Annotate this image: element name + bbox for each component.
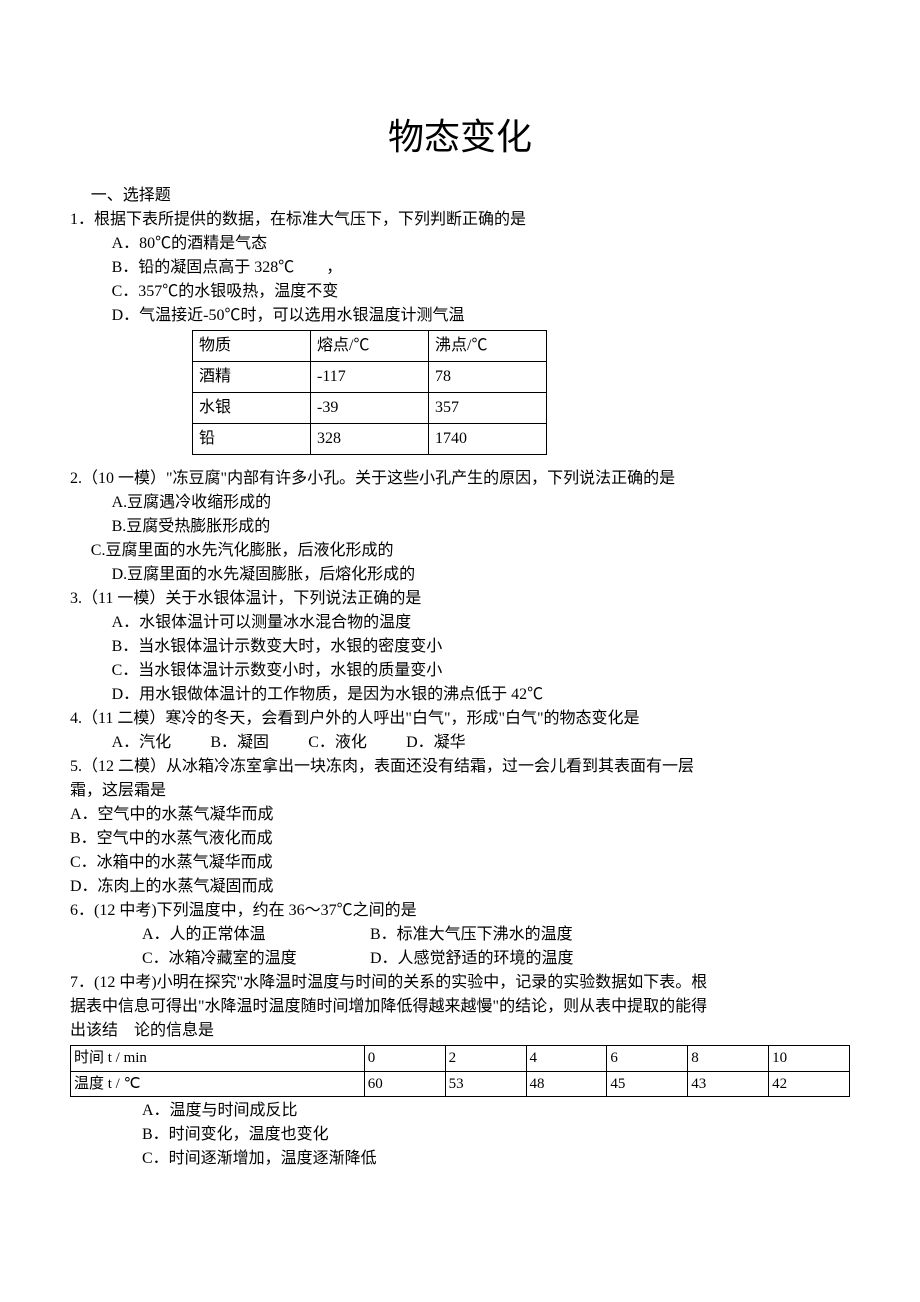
q3-stem: 3.（11 一模）关于水银体温计，下列说法正确的是 (70, 587, 850, 611)
q1-opt-b: B．铅的凝固点高于 328℃ ， (70, 256, 850, 280)
q7-opt-c: C．时间逐渐增加，温度逐渐降低 (70, 1147, 850, 1171)
q7-stem-2: 据表中信息可得出"水降温时温度随时间增加降低得越来越慢"的结论，则从表中提取的能… (70, 995, 850, 1019)
td: 53 (445, 1071, 526, 1097)
td: 10 (769, 1046, 850, 1072)
td: 时间 t / min (71, 1046, 365, 1072)
section-heading: 一、选择题 (70, 184, 850, 208)
table-row: 时间 t / min 0 2 4 6 8 10 (71, 1046, 850, 1072)
q5-stem-1: 5.（12 二模）从冰箱冷冻室拿出一块冻肉，表面还没有结霜，过一会儿看到其表面有… (70, 755, 850, 779)
q3-opt-b: B．当水银体温计示数变大时，水银的密度变小 (70, 635, 850, 659)
q3-opt-c: C．当水银体温计示数变小时，水银的质量变小 (70, 659, 850, 683)
td: 78 (429, 362, 547, 393)
q7-opt-a: A．温度与时间成反比 (70, 1099, 850, 1123)
q6-row2: C．冰箱冷藏室的温度 D．人感觉舒适的环境的温度 (70, 947, 850, 971)
td: 铅 (193, 424, 311, 455)
q5-opt-b: B．空气中的水蒸气液化而成 (70, 827, 850, 851)
q4-stem: 4.（11 二模）寒冷的冬天，会看到户外的人呼出"白气"，形成"白气"的物态变化… (70, 707, 850, 731)
td: 60 (364, 1071, 445, 1097)
td: 45 (607, 1071, 688, 1097)
th: 熔点/℃ (311, 331, 429, 362)
q7-stem-1: 7．(12 中考)小明在探究"水降温时温度与时间的关系的实验中，记录的实验数据如… (70, 971, 850, 995)
q3-opt-a: A．水银体温计可以测量冰水混合物的温度 (70, 611, 850, 635)
q5-opt-a: A．空气中的水蒸气凝华而成 (70, 803, 850, 827)
q6-opt-d: D．人感觉舒适的环境的温度 (370, 947, 574, 971)
q5-stem-2: 霜，这层霜是 (70, 779, 850, 803)
q6-row1: A．人的正常体温 B．标准大气压下沸水的温度 (70, 923, 850, 947)
table-row: 物质 熔点/℃ 沸点/℃ (193, 331, 547, 362)
td: 357 (429, 393, 547, 424)
q4-opt-d: D．凝华 (406, 731, 466, 755)
q6-opt-a: A．人的正常体温 (142, 923, 366, 947)
table-row: 酒精 -117 78 (193, 362, 547, 393)
q1-opt-a: A．80℃的酒精是气态 (70, 232, 850, 256)
q7-opt-b: B．时间变化，温度也变化 (70, 1123, 850, 1147)
q2-stem: 2.（10 一模）"冻豆腐"内部有许多小孔。关于这些小孔产生的原因，下列说法正确… (70, 467, 850, 491)
q1-opt-d: D．气温接近-50℃时，可以选用水银温度计测气温 (70, 304, 850, 328)
q4-opt-c: C．液化 (308, 731, 367, 755)
table-row: 水银 -39 357 (193, 393, 547, 424)
td: 43 (688, 1071, 769, 1097)
q6-opt-c: C．冰箱冷藏室的温度 (142, 947, 366, 971)
q6-opt-b: B．标准大气压下沸水的温度 (370, 923, 573, 947)
td: 1740 (429, 424, 547, 455)
td: 4 (526, 1046, 607, 1072)
th: 沸点/℃ (429, 331, 547, 362)
td: -117 (311, 362, 429, 393)
td: 2 (445, 1046, 526, 1072)
td: 328 (311, 424, 429, 455)
td: 温度 t / ℃ (71, 1071, 365, 1097)
td: 42 (769, 1071, 850, 1097)
q7-table: 时间 t / min 0 2 4 6 8 10 温度 t / ℃ 60 53 4… (70, 1045, 850, 1097)
q1-stem: 1．根据下表所提供的数据，在标准大气压下，下列判断正确的是 (70, 208, 850, 232)
td: 48 (526, 1071, 607, 1097)
q2-opt-c: C.豆腐里面的水先汽化膨胀，后液化形成的 (70, 539, 850, 563)
q2-opt-d: D.豆腐里面的水先凝固膨胀，后熔化形成的 (70, 563, 850, 587)
q7-stem-3: 出该结 论的信息是 (70, 1019, 850, 1043)
td: 酒精 (193, 362, 311, 393)
q3-opt-d: D．用水银做体温计的工作物质，是因为水银的沸点低于 42℃ (70, 683, 850, 707)
q2-opt-b: B.豆腐受热膨胀形成的 (70, 515, 850, 539)
td: 6 (607, 1046, 688, 1072)
td: 8 (688, 1046, 769, 1072)
table-row: 铅 328 1740 (193, 424, 547, 455)
q4-opt-b: B．凝固 (210, 731, 269, 755)
q4-options: A．汽化 B．凝固 C．液化 D．凝华 (70, 731, 850, 755)
td: -39 (311, 393, 429, 424)
th: 物质 (193, 331, 311, 362)
table-row: 温度 t / ℃ 60 53 48 45 43 42 (71, 1071, 850, 1097)
page-title: 物态变化 (70, 110, 850, 164)
q1-opt-c: C．357℃的水银吸热，温度不变 (70, 280, 850, 304)
q2-opt-a: A.豆腐遇冷收缩形成的 (70, 491, 850, 515)
q6-stem: 6．(12 中考)下列温度中，约在 36～37℃之间的是 (70, 899, 850, 923)
q5-opt-d: D．冻肉上的水蒸气凝固而成 (70, 875, 850, 899)
td: 0 (364, 1046, 445, 1072)
q5-opt-c: C．冰箱中的水蒸气凝华而成 (70, 851, 850, 875)
q4-opt-a: A．汽化 (112, 731, 172, 755)
q1-table: 物质 熔点/℃ 沸点/℃ 酒精 -117 78 水银 -39 357 铅 328… (192, 330, 547, 455)
td: 水银 (193, 393, 311, 424)
